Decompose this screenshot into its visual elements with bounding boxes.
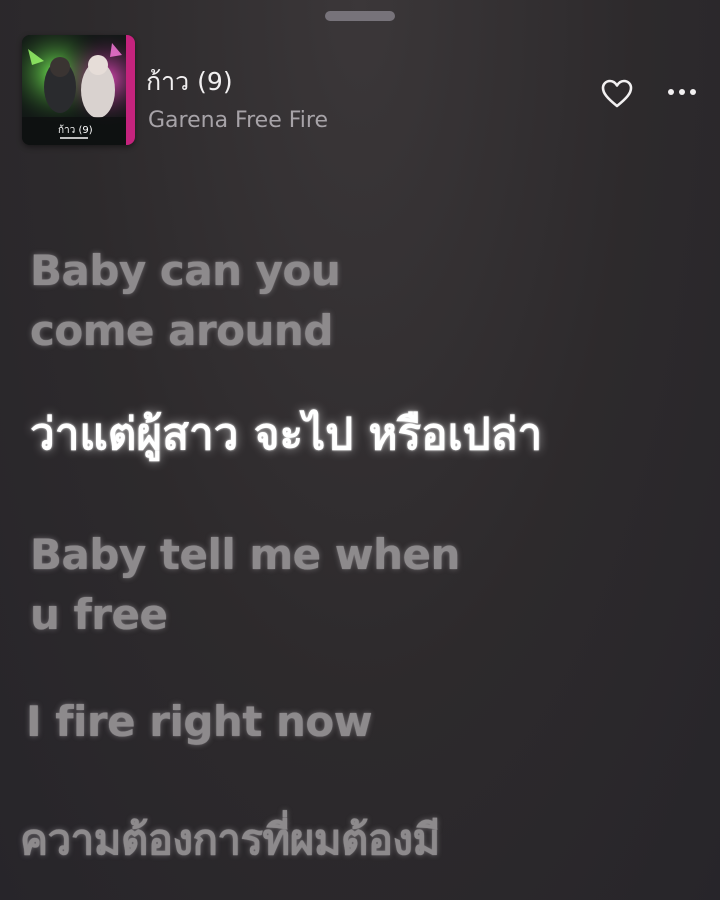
lyric-text: I fire right now <box>26 697 373 746</box>
lyric-text: Baby can you <box>30 246 341 295</box>
lyric-text: Baby tell me when <box>30 530 460 579</box>
lyric-line-current[interactable]: ว่าแต่ผู้สาว จะไป หรือเปล่า <box>30 395 542 475</box>
lyric-text: ความต้องการที่ผมต้องมี <box>20 815 440 864</box>
lyric-text: u free <box>30 590 168 639</box>
lyric-text: ว่าแต่ผู้สาว จะไป หรือเปล่า <box>30 409 543 460</box>
lyrics-view[interactable]: Baby can you come around ว่าแต่ผู้สาว จะ… <box>0 0 720 900</box>
lyric-text: come around <box>30 306 333 355</box>
lyric-line-upcoming[interactable]: I fire right now <box>26 692 373 752</box>
lyric-line-upcoming[interactable]: ความต้องการที่ผมต้องมี <box>20 800 440 880</box>
lyric-line-upcoming[interactable]: Baby tell me when u free <box>30 525 460 645</box>
lyric-line-past[interactable]: Baby can you come around <box>30 241 341 361</box>
